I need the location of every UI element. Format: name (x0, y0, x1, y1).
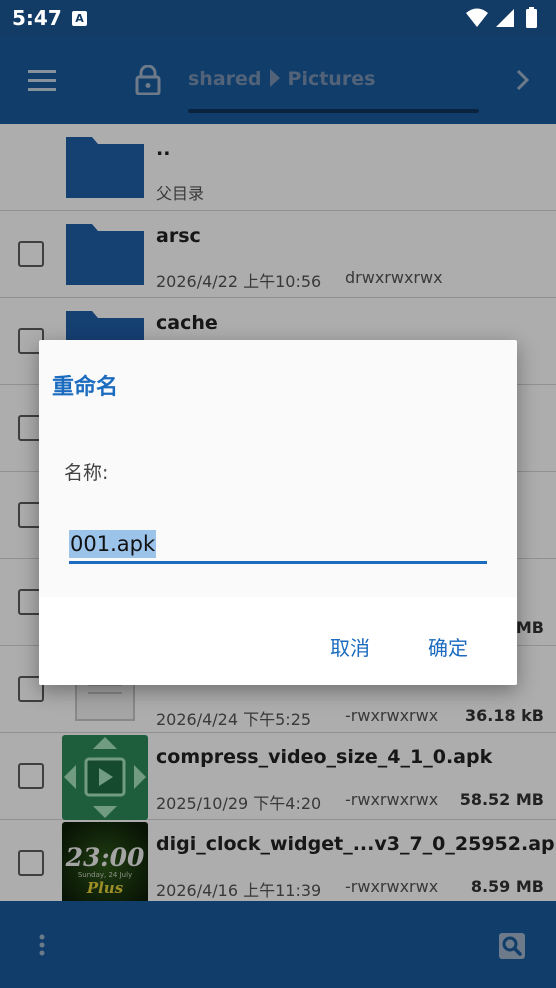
signal-icon (496, 9, 514, 27)
name-label: 名称: (64, 462, 109, 484)
notification-badge: A (72, 11, 87, 26)
name-input[interactable]: 001.apk (69, 530, 487, 564)
status-icons (466, 7, 537, 28)
rename-dialog: 重命名 名称: 001.apk 取消 确定 (39, 340, 517, 685)
cancel-button[interactable]: 取消 (326, 628, 374, 665)
status-bar: 5:47 A (0, 0, 556, 37)
confirm-button[interactable]: 确定 (424, 628, 472, 665)
battery-icon (526, 9, 537, 28)
wifi-icon (466, 8, 488, 27)
dialog-title: 重命名 (52, 375, 119, 400)
status-time: 5:47 (12, 6, 62, 30)
name-input-value[interactable]: 001.apk (69, 530, 157, 558)
input-underline (69, 561, 487, 564)
